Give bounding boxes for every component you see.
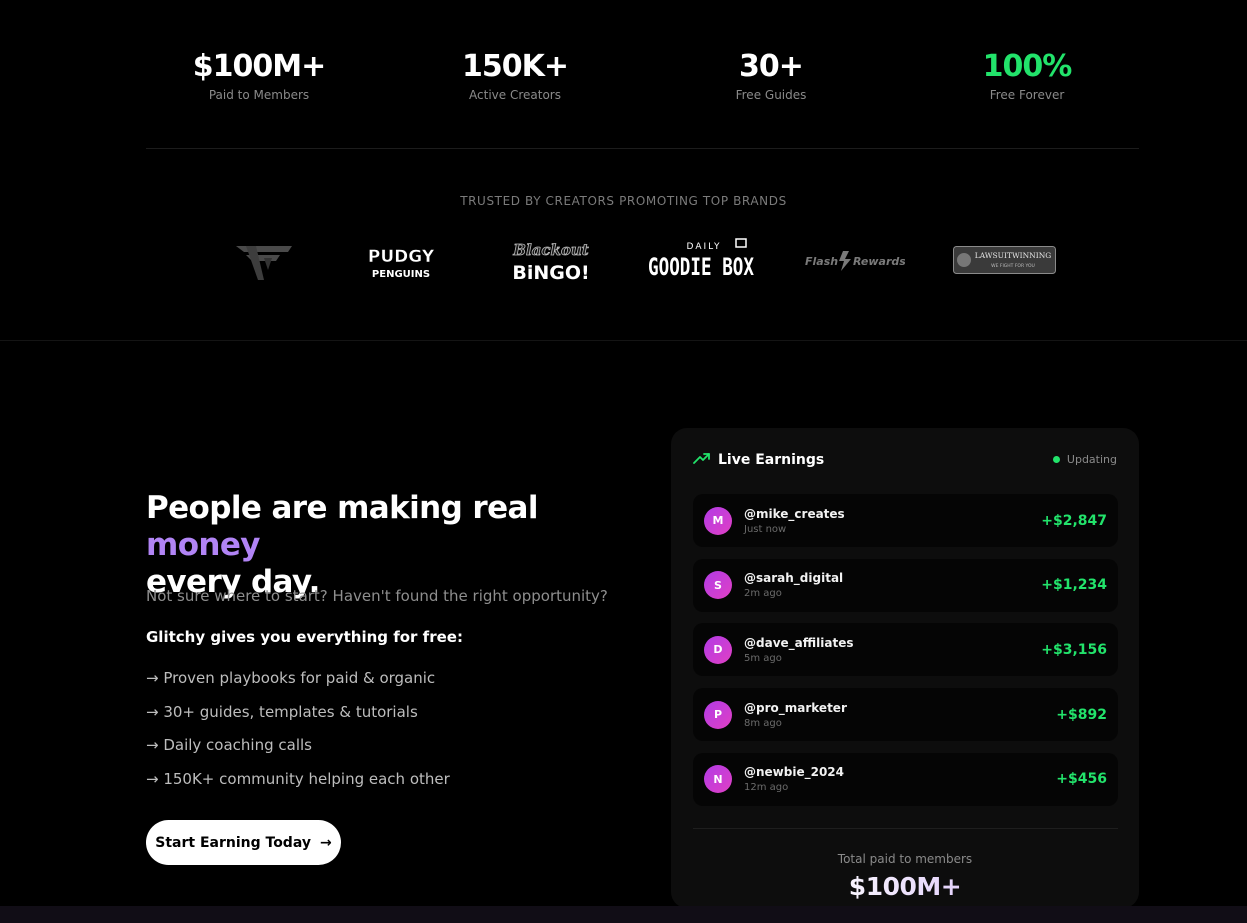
svg-text:GOODIE BOX: GOODIE BOX [648,253,754,281]
feature-item: → 30+ guides, templates & tutorials [146,702,418,721]
avatar: S [704,571,732,600]
card-title: Live Earnings [718,451,825,468]
cta-label: Start Earning Today [155,834,311,851]
stat-free: 100% Free Forever [899,48,1155,102]
earning-row: D @dave_affiliates 5m ago +$3,156 [693,623,1118,677]
stat-value: 30+ [739,49,804,84]
headline-text: People are making real [146,490,538,526]
stat-label: Free Forever [989,88,1065,102]
earning-row: N @newbie_2024 12m ago +$456 [693,752,1118,806]
earnings-feed: M @mike_creates Just now +$2,847 S @sara… [693,494,1118,817]
total-value: $100M+ [671,872,1139,901]
hero-headline: People are making real money every day. [146,490,646,601]
avatar: N [704,765,732,794]
stats-row: $100M+ Paid to Members 150K+ Active Crea… [131,48,1155,102]
avatar: D [704,635,732,664]
timestamp: 5m ago [744,652,782,664]
earning-row: M @mike_creates Just now +$2,847 [693,494,1118,547]
earning-amount: +$456 [1056,771,1107,788]
stat-value: 100% [982,49,1073,84]
user-info: @sarah_digital 2m ago [744,571,843,599]
svg-text:PENGUINS: PENGUINS [372,269,430,280]
user-handle: @dave_affiliates [744,635,854,650]
section-divider [0,340,1247,341]
earning-amount: +$2,847 [1041,512,1107,529]
blackout-bingo-logo: Blackout BiNGO! [512,234,590,286]
avatar: M [704,506,732,535]
timestamp: 8m ago [744,717,782,729]
svg-text:WE FIGHT FOR YOU: WE FIGHT FOR YOU [991,263,1035,269]
headline-accent: money [146,527,261,563]
user-handle: @sarah_digital [744,571,844,586]
arrow-right-icon: → [319,834,332,851]
feature-item: → Daily coaching calls [146,736,312,755]
svg-text:Blackout: Blackout [512,241,589,259]
status-dot-icon [1052,456,1060,463]
card-divider [693,828,1118,829]
trusted-heading: TRUSTED BY CREATORS PROMOTING TOP BRANDS [460,194,787,208]
user-handle: @mike_creates [744,506,845,521]
faze-logo [236,234,292,286]
lawsuitwinning-logo: LAWSUITWINNING WE FIGHT FOR YOU [953,234,1056,286]
brand-logos: PUDGY PENGUINS Blackout BiNGO! DAILY GOO… [0,234,1247,286]
user-info: @newbie_2024 12m ago [744,765,844,793]
svg-text:DAILY: DAILY [687,242,722,252]
earning-row: P @pro_marketer 8m ago +$892 [693,688,1118,742]
user-info: @dave_affiliates 5m ago [744,636,853,664]
avatar: P [704,700,732,729]
pudgy-penguins-logo: PUDGY PENGUINS [366,234,436,286]
stat-label: Paid to Members [208,88,310,102]
earning-amount: +$1,234 [1041,577,1107,594]
user-handle: @newbie_2024 [744,765,845,780]
updating-status: Updating [1052,453,1117,466]
live-earnings-card: Live Earnings Updating M @mike_creates J… [671,428,1139,908]
feature-item: → Proven playbooks for paid & organic [146,669,436,687]
flash-rewards-logo: Flash Rewards [803,234,905,286]
timestamp: Just now [744,523,787,535]
user-handle: @pro_marketer [744,700,847,715]
section-divider [146,148,1139,149]
svg-text:LAWSUITWINNING: LAWSUITWINNING [975,251,1052,260]
svg-text:Rewards: Rewards [853,255,905,268]
daily-goodie-box-logo: DAILY GOODIE BOX [646,234,756,286]
stat-label: Active Creators [469,88,561,102]
trending-up-icon [693,450,711,469]
svg-text:BiNGO!: BiNGO! [512,262,589,283]
total-label: Total paid to members [837,852,973,866]
hero-give-line: Glitchy gives you everything for free: [146,628,463,646]
earning-amount: +$892 [1056,706,1107,723]
svg-text:Flash: Flash [805,255,838,268]
timestamp: 12m ago [744,782,789,794]
earning-amount: +$3,156 [1041,641,1107,658]
bottom-edge [0,906,1247,923]
stat-label: Free Guides [735,88,807,102]
stat-value: $100M+ [192,49,327,84]
stat-paid: $100M+ Paid to Members [131,48,387,102]
timestamp: 2m ago [744,588,782,600]
user-info: @mike_creates Just now [744,507,845,535]
feature-list: → Proven playbooks for paid & organic → … [146,668,450,803]
earning-row: S @sarah_digital 2m ago +$1,234 [693,558,1118,612]
user-info: @pro_marketer 8m ago [744,701,847,729]
stat-creators: 150K+ Active Creators [387,48,643,102]
stat-value: 150K+ [461,49,569,84]
hero-subtext: Not sure where to start? Haven't found t… [146,587,608,605]
status-label: Updating [1066,453,1117,466]
feature-item: → 150K+ community helping each other [146,770,450,789]
card-header: Live Earnings Updating [693,450,1117,469]
svg-text:PUDGY: PUDGY [368,247,435,267]
stat-guides: 30+ Free Guides [643,48,899,102]
start-earning-button[interactable]: Start Earning Today → [146,820,341,865]
